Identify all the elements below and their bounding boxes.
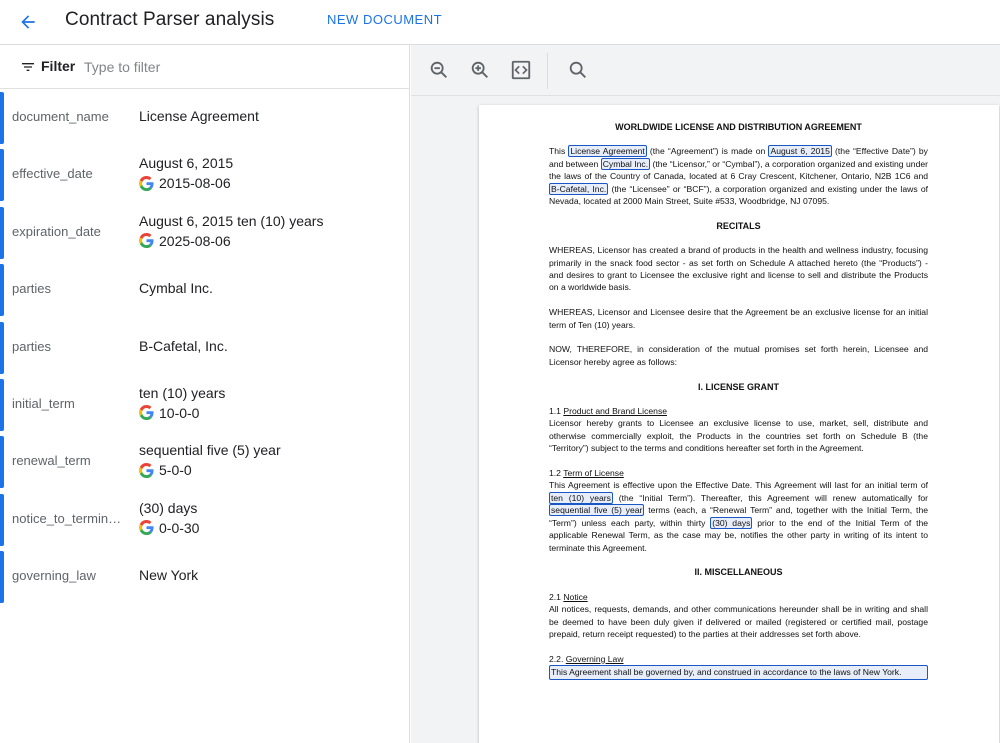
- filter-icon[interactable]: [20, 59, 36, 75]
- normalized-text: 10-0-0: [159, 404, 200, 421]
- entity-value: ten (10) years: [139, 384, 226, 401]
- fit-to-page-button[interactable]: [509, 58, 533, 82]
- highlight-initial-term[interactable]: ten (10) years: [549, 491, 613, 504]
- document-paragraph: 2.1 Notice All notices, requests, demands…: [549, 591, 928, 639]
- viewer-toolbar: [411, 45, 1000, 96]
- google-icon: [139, 462, 154, 478]
- document-paragraph: 1.2 Term of License This Agreement is eff…: [549, 468, 929, 553]
- entity-indicator: [0, 92, 4, 144]
- page-title: Contract Parser analysis: [65, 9, 275, 30]
- app-header: Contract Parser analysis NEW DOCUMENT: [0, 0, 1000, 45]
- filter-input[interactable]: [84, 55, 384, 79]
- new-document-button[interactable]: NEW DOCUMENT: [327, 12, 442, 27]
- filter-label: Filter: [41, 58, 76, 74]
- entity-row-effective-date[interactable]: effective_date August 6, 2015 2015-08-06: [0, 148, 410, 205]
- entity-key: document_name: [12, 109, 109, 124]
- google-icon: [139, 233, 154, 249]
- normalized-text: 5-0-0: [159, 462, 192, 479]
- google-icon: [139, 405, 154, 421]
- highlight-party-2[interactable]: B-Cafetal, Inc.: [549, 182, 609, 195]
- entity-indicator: [0, 264, 4, 317]
- fit-to-page-icon: [511, 60, 531, 80]
- entity-indicator: [0, 149, 4, 202]
- arrow-back-icon: [21, 15, 35, 29]
- entity-key: governing_law: [12, 568, 96, 584]
- entity-key: expiration_date: [12, 223, 101, 239]
- highlight-governing-law[interactable]: This Agreement shall be governed by, and…: [549, 665, 928, 680]
- entity-key: initial_term: [12, 395, 75, 411]
- entities-panel: Filter document_name License Agreement e…: [0, 45, 410, 743]
- document-paragraph: 1.1 Product and Brand License Licensor he…: [549, 406, 928, 454]
- document-text: WORLDWIDE LICENSE AND DISTRIBUTION AGREE…: [549, 121, 928, 680]
- entity-row-governing-law[interactable]: governing_law New York: [0, 550, 410, 607]
- normalized-text: 0-0-30: [159, 519, 200, 536]
- highlight-party-1[interactable]: Cymbal Inc.: [600, 157, 651, 170]
- entity-indicator: [0, 321, 4, 374]
- document-paragraph: WHEREAS, Licensor has created a brand of…: [549, 245, 928, 293]
- highlight-effective-date[interactable]: August 6, 2015: [768, 145, 832, 158]
- entity-value: License Agreement: [139, 108, 259, 124]
- entity-row-initial-term[interactable]: initial_term ten (10) years 10-0-0: [0, 378, 410, 435]
- entity-key: effective_date: [12, 166, 93, 182]
- normalized-text: 2025-08-06: [159, 232, 231, 249]
- normalized-value: 5-0-0: [139, 462, 192, 478]
- zoom-out-button[interactable]: [427, 58, 451, 82]
- normalized-value: 10-0-0: [139, 405, 199, 421]
- document-paragraph: WHEREAS, Licensor and Licensee desire th…: [549, 307, 928, 330]
- zoom-in-button[interactable]: [468, 58, 492, 82]
- section-heading: RECITALS: [716, 220, 761, 231]
- entity-value: Cymbal Inc.: [139, 280, 213, 297]
- highlight-document-name[interactable]: License Agreement: [568, 145, 647, 158]
- entity-value: New York: [139, 567, 199, 584]
- entity-value: sequential five (5) year: [139, 442, 281, 459]
- entity-indicator: [0, 551, 4, 604]
- zoom-out-icon: [430, 61, 447, 78]
- toolbar-divider: [547, 53, 548, 89]
- search-button[interactable]: [566, 58, 590, 82]
- document-title: WORLDWIDE LICENSE AND DISTRIBUTION AGREE…: [615, 122, 862, 132]
- normalized-value: 2025-08-06: [139, 233, 231, 249]
- entity-row-notice-to-terminate[interactable]: notice_to_terminat... (30) days 0-0-30: [0, 493, 410, 550]
- entity-key: notice_to_terminat...: [12, 510, 127, 526]
- search-icon: [569, 61, 586, 78]
- entity-indicator: [0, 436, 4, 489]
- normalized-value: 0-0-30: [139, 520, 199, 536]
- entity-list: document_name License Agreement effectiv…: [0, 91, 410, 608]
- section-heading: I. LICENSE GRANT: [697, 381, 779, 392]
- back-button[interactable]: [14, 8, 42, 36]
- entity-row-parties[interactable]: parties Cymbal Inc.: [0, 263, 410, 320]
- entity-indicator: [0, 378, 4, 431]
- google-icon: [139, 520, 154, 536]
- entity-key: renewal_term: [12, 453, 91, 469]
- entity-value: (30) days: [139, 499, 198, 516]
- section-heading: II. MISCELLANEOUS: [694, 567, 783, 578]
- document-page: WORLDWIDE LICENSE AND DISTRIBUTION AGREE…: [479, 105, 999, 743]
- zoom-in-icon: [471, 61, 488, 78]
- entity-row-expiration-date[interactable]: expiration_date August 6, 2015 ten (10) …: [0, 206, 410, 263]
- entity-row-parties[interactable]: parties B-Cafetal, Inc.: [0, 321, 410, 378]
- entity-indicator: [0, 206, 4, 259]
- entity-row-document-name[interactable]: document_name License Agreement: [0, 91, 410, 148]
- entity-value: B-Cafetal, Inc.: [139, 337, 228, 354]
- entity-key: parties: [12, 338, 52, 354]
- highlight-notice-to-terminate[interactable]: (30) days: [710, 516, 753, 529]
- document-paragraph: NOW, THEREFORE, in consideration of the …: [549, 344, 928, 367]
- normalized-text: 2015-08-06: [159, 175, 231, 192]
- entity-indicator: [0, 493, 4, 546]
- filter-bar: Filter: [0, 45, 410, 89]
- highlight-renewal-term[interactable]: sequential five (5) year: [549, 504, 645, 517]
- entity-value: August 6, 2015 ten (10) years: [139, 212, 324, 229]
- entity-key: parties: [12, 281, 52, 297]
- normalized-value: 2015-08-06: [139, 175, 231, 191]
- document-viewer: WORLDWIDE LICENSE AND DISTRIBUTION AGREE…: [411, 45, 1000, 743]
- document-paragraph: 2.2. Governing Law This Agreement shall b…: [549, 653, 928, 680]
- document-paragraph: This License Agreement (the “Agreement”)…: [549, 145, 928, 207]
- entity-value: August 6, 2015: [139, 155, 234, 172]
- entity-row-renewal-term[interactable]: renewal_term sequential five (5) year 5-…: [0, 435, 410, 492]
- google-icon: [139, 175, 154, 191]
